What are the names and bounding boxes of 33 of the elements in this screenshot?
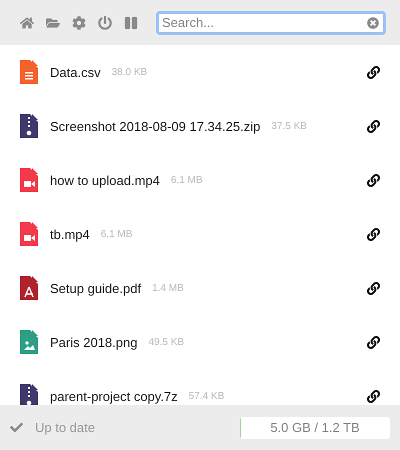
file-name[interactable]: Data.csv xyxy=(50,64,101,80)
file-name[interactable]: Paris 2018.png xyxy=(50,334,138,350)
link-icon[interactable] xyxy=(367,66,380,78)
clear-icon[interactable] xyxy=(367,16,379,28)
link-icon[interactable] xyxy=(367,228,380,240)
file-icon xyxy=(20,168,38,192)
file-name[interactable]: how to upload.mp4 xyxy=(50,172,160,188)
file-icon xyxy=(20,330,38,354)
link-icon[interactable] xyxy=(367,120,380,132)
file-size: 57.4 KB xyxy=(188,390,224,402)
link-icon[interactable] xyxy=(367,336,380,348)
file-icon xyxy=(20,222,38,246)
file-icon xyxy=(20,276,38,300)
file-icon xyxy=(20,60,38,84)
file-name[interactable]: Setup guide.pdf xyxy=(50,280,142,296)
link-icon[interactable] xyxy=(367,390,380,402)
file-name[interactable]: tb.mp4 xyxy=(50,226,90,242)
link-icon[interactable] xyxy=(367,282,380,294)
storage-text: 5.0 GB / 1.2 TB xyxy=(270,420,360,435)
search-field[interactable]: Search... xyxy=(156,10,386,34)
file-size: 37.5 KB xyxy=(271,120,307,132)
status-text: Up to date xyxy=(35,420,95,435)
file-size: 38.0 KB xyxy=(112,66,148,78)
file-icon xyxy=(20,384,38,405)
file-name[interactable]: parent-project copy.7z xyxy=(50,388,178,404)
file-size: 49.5 KB xyxy=(148,336,184,348)
file-name[interactable]: Screenshot 2018-08-09 17.34.25.zip xyxy=(50,118,260,134)
file-size: 1.4 MB xyxy=(152,282,184,294)
file-size: 6.1 MB xyxy=(170,174,203,186)
file-icon xyxy=(20,114,38,138)
check-icon xyxy=(10,421,23,434)
file-size: 6.1 MB xyxy=(100,228,132,240)
link-icon[interactable] xyxy=(367,174,380,186)
